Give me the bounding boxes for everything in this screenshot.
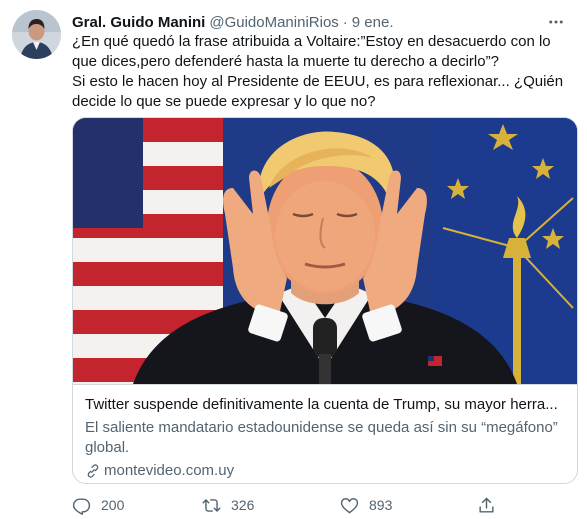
reply-count: 200: [101, 497, 125, 513]
card-image[interactable]: [73, 118, 577, 384]
tweet-date[interactable]: 9 ene.: [352, 14, 394, 31]
action-bar: 200 326 893: [72, 494, 512, 518]
retweet-icon: [202, 498, 221, 512]
tweet-text: ¿En qué quedó la frase atribuida a Volta…: [72, 32, 572, 112]
tweet-text-line: que dices,pero defenderé hasta la muerte…: [72, 53, 499, 70]
like-icon: [340, 497, 359, 513]
retweet-count: 326: [231, 497, 255, 513]
header-separator: ·: [342, 13, 348, 31]
tweet-text-line: ¿En qué quedó la frase atribuida a Volta…: [72, 33, 551, 50]
more-icon[interactable]: [545, 11, 567, 33]
card-description: El saliente mandatario estadounidense se…: [85, 419, 558, 456]
tweet-text-line: decide lo que se puede expresar y lo que…: [72, 93, 376, 110]
card-domain[interactable]: montevideo.com.uy: [85, 461, 565, 481]
share-icon: [479, 497, 494, 513]
retweet-button[interactable]: 326: [202, 494, 254, 516]
link-icon: [85, 463, 101, 479]
tweet-text-line: Si esto le hacen hoy al Presidente de EE…: [72, 73, 564, 90]
card-body: Twitter suspende definitivamente la cuen…: [73, 384, 577, 481]
card-domain-text: montevideo.com.uy: [104, 462, 235, 479]
like-button[interactable]: 893: [340, 494, 392, 516]
link-card[interactable]: Twitter suspende definitivamente la cuen…: [72, 117, 578, 484]
reply-button[interactable]: 200: [72, 494, 124, 516]
share-button[interactable]: [477, 494, 506, 516]
display-name[interactable]: Gral. Guido Manini: [72, 14, 205, 31]
avatar[interactable]: [12, 10, 61, 59]
card-title[interactable]: Twitter suspende definitivamente la cuen…: [85, 395, 565, 415]
like-count: 893: [369, 497, 393, 513]
avatar-image: [12, 10, 61, 59]
user-handle[interactable]: @GuidoManiniRios: [209, 14, 338, 31]
tweet-header: Gral. Guido Manini @GuidoManiniRios · 9 …: [72, 11, 567, 33]
reply-icon: [72, 497, 91, 515]
